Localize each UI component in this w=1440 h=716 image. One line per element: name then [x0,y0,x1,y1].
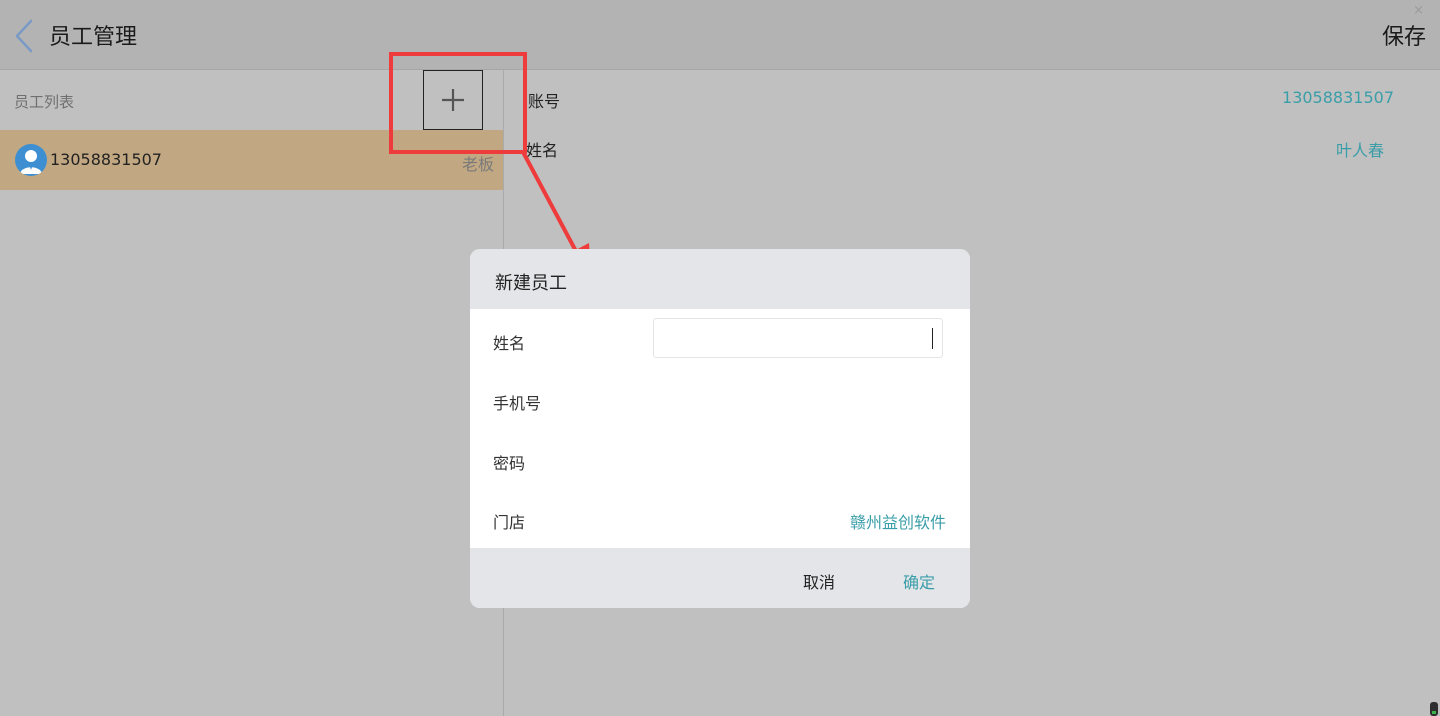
user-avatar-icon [15,144,47,176]
confirm-button[interactable]: 确定 [903,569,935,593]
phone-field-label: 手机号 [493,394,542,413]
cancel-button[interactable]: 取消 [803,569,835,593]
page-title: 员工管理 [49,25,138,50]
password-input[interactable] [653,439,943,479]
employee-list-title: 员工列表 [14,93,75,111]
employee-role-badge: 老板 [461,155,494,174]
back-arrow-icon[interactable] [12,18,38,54]
battery-icon [1430,702,1438,716]
phone-input[interactable] [653,379,943,419]
dialog-footer: 取消 确定 [470,548,970,608]
name-value[interactable]: 叶人春 [1336,137,1384,161]
dialog-header: 新建员工 [470,249,970,309]
text-caret [932,328,933,349]
employee-account: 13058831507 [50,150,162,169]
save-button[interactable]: 保存 [1382,19,1426,51]
top-bar: 员工管理 保存 × [0,0,1440,70]
highlight-annotation-box [389,52,527,154]
name-label: 姓名 [526,141,559,160]
new-employee-dialog: 新建员工 姓名 手机号 密码 门店 赣州益创软件 取消 确定 [470,249,970,608]
name-field-label: 姓名 [493,334,526,353]
store-field-label: 门店 [493,513,526,532]
password-field-label: 密码 [493,454,526,473]
account-value: 13058831507 [1282,88,1394,107]
close-icon[interactable]: × [1413,3,1424,18]
store-selector[interactable]: 赣州益创软件 [850,509,946,533]
employee-list-panel: 员工列表 13058831507 老板 [0,70,504,716]
dialog-title: 新建员工 [495,273,567,294]
account-label: 账号 [528,92,561,111]
name-input[interactable] [653,318,943,358]
